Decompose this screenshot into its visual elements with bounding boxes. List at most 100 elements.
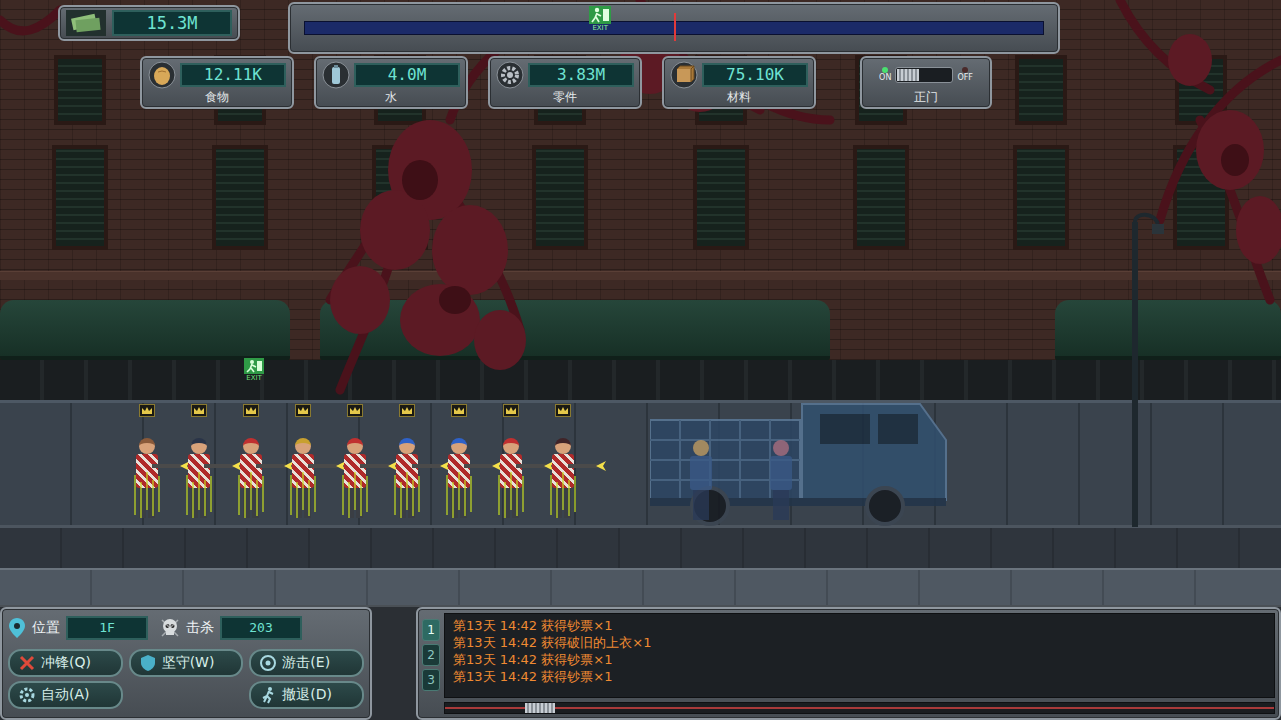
command-button[interactable]: 撤退(D) [249, 681, 364, 709]
resource-value: 12.11K [180, 63, 286, 87]
resource-label: 食物 [205, 90, 229, 105]
switch-track[interactable] [895, 67, 953, 83]
squad-member[interactable] [492, 404, 530, 518]
glow-icon [340, 470, 370, 520]
rifle [412, 464, 442, 468]
scroll-thumb[interactable] [525, 703, 555, 713]
glow-icon [444, 470, 474, 520]
on-side: ON [879, 67, 891, 83]
exit-sign-label: EXIT [246, 374, 262, 383]
log-panel: 1 2 3第13天 14:42 获得钞票×1第13天 14:42 获得破旧的上衣×1… [416, 607, 1281, 720]
exit-icon [244, 358, 264, 374]
cash-icon [66, 10, 106, 36]
rifle [204, 464, 234, 468]
crown-icon [139, 404, 155, 417]
resource-label: 材料 [727, 90, 751, 105]
resource-top: 75.10K [670, 61, 808, 89]
command-grid: 冲锋(Q)坚守(W) 游击(E) 自动(A) 撤退(D) [8, 649, 364, 709]
squad-member[interactable] [388, 404, 426, 518]
crown-icon [347, 404, 363, 417]
truck [650, 400, 948, 526]
squad-member[interactable] [440, 404, 478, 518]
position-marker [674, 13, 676, 41]
enemy-head [693, 440, 709, 456]
enemy-legs [693, 490, 709, 520]
water-icon [322, 61, 350, 89]
resource-panel: 4.0M水 [314, 56, 468, 109]
resource-label: 零件 [553, 90, 577, 105]
resource-value: 4.0M [354, 63, 460, 87]
glow-icon [496, 470, 526, 520]
shield-icon [139, 654, 157, 672]
squad-member[interactable] [232, 404, 270, 518]
squad-member[interactable] [544, 404, 582, 518]
log-line: 第13天 14:42 获得钞票×1 [453, 668, 1266, 685]
command-button[interactable]: 坚守(W) [129, 649, 244, 677]
rifle [360, 464, 390, 468]
kills-label: 击杀 [186, 619, 214, 637]
log-tab[interactable]: 2 [422, 644, 440, 666]
location-value: 1F [66, 616, 148, 640]
log-line: 第13天 14:42 获得钞票×1 [453, 651, 1266, 668]
crown-icon [503, 404, 519, 417]
rifle [256, 464, 286, 468]
glow-icon [184, 470, 214, 520]
enemy-legs [773, 490, 789, 520]
crown-icon [399, 404, 415, 417]
gate-toggle[interactable]: ON OFF [879, 61, 973, 89]
resource-top: 12.11K [148, 61, 286, 89]
crown-icon [191, 404, 207, 417]
bread-icon [148, 61, 176, 89]
soldier-head [139, 438, 155, 454]
charge-icon [18, 654, 36, 672]
log-body: 第13天 14:42 获得钞票×1第13天 14:42 获得破旧的上衣×1第13… [444, 613, 1275, 714]
window-row [0, 145, 1281, 250]
soldier-head [347, 438, 363, 454]
switch-knob[interactable] [897, 69, 919, 81]
crown-icon [243, 404, 259, 417]
auto-gear-icon [18, 686, 36, 704]
enemy [770, 440, 792, 520]
street-lamp [1128, 212, 1168, 527]
off-side: OFF [957, 67, 973, 83]
rifle [568, 464, 598, 468]
crown-icon [555, 404, 571, 417]
command-button[interactable]: 自动(A) [8, 681, 123, 709]
command-label: 自动(A) [41, 686, 90, 704]
soldier-head [191, 438, 207, 454]
battle-scene: EXIT 15.3MEXIT12.11K食物4.0M水3.83M零件75.10K… [0, 0, 1281, 605]
log-line: 第13天 14:42 获得钞票×1 [453, 617, 1266, 634]
squad-member[interactable] [284, 404, 322, 518]
location-pin-icon [8, 617, 26, 639]
resource-top: 4.0M [322, 61, 460, 89]
squad-member[interactable] [180, 404, 218, 518]
log-tab[interactable]: 1 [422, 619, 440, 641]
glow-icon [392, 470, 422, 520]
off-label: OFF [957, 73, 973, 83]
top-hud: 15.3MEXIT12.11K食物4.0M水3.83M零件75.10K材料ONO… [0, 0, 1281, 112]
muzzle-flash-icon [596, 461, 606, 471]
squad-member[interactable] [128, 404, 166, 518]
glow-icon [288, 470, 318, 520]
log-scrollbar[interactable] [444, 702, 1275, 714]
money-value: 15.3M [112, 10, 232, 36]
resource-value: 75.10K [702, 63, 808, 87]
rifle [516, 464, 546, 468]
retreat-icon [259, 686, 277, 704]
command-button[interactable]: 冲锋(Q) [8, 649, 123, 677]
glow-icon [548, 470, 578, 520]
exit-icon [589, 6, 611, 24]
location-label: 位置 [32, 619, 60, 637]
command-button[interactable]: 游击(E) [249, 649, 364, 677]
off-light [962, 67, 968, 73]
resource-panel: 75.10K 材料 [662, 56, 816, 109]
log-tab[interactable]: 3 [422, 669, 440, 691]
soldier-head [399, 438, 415, 454]
command-label: 游击(E) [282, 654, 330, 672]
gear-icon [496, 61, 524, 89]
glow-icon [132, 470, 162, 520]
squad-member[interactable] [336, 404, 374, 518]
skull-icon [160, 618, 180, 638]
squad [128, 404, 582, 518]
command-label: 撤退(D) [282, 686, 332, 704]
